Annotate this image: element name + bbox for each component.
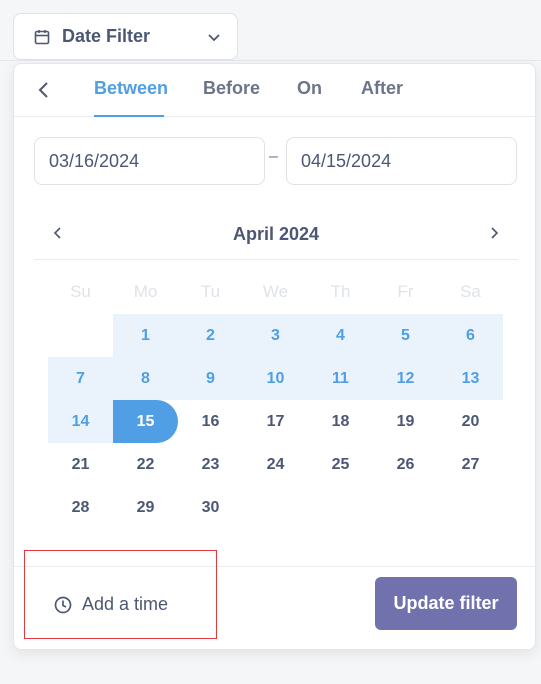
calendar-day[interactable]: 13 <box>438 357 503 400</box>
calendar-day[interactable]: 7 <box>48 357 113 400</box>
calendar-day-empty <box>48 314 113 357</box>
calendar-day[interactable]: 18 <box>308 400 373 443</box>
tab-before[interactable]: Before <box>203 78 260 99</box>
tab-on[interactable]: On <box>297 78 322 99</box>
calendar-day[interactable]: 8 <box>113 357 178 400</box>
calendar-grid: 1 2 3 4 5 6 7 8 9 10 11 12 13 14 15 16 1… <box>48 314 503 529</box>
calendar-day-empty <box>308 486 373 529</box>
calendar-day[interactable]: 19 <box>373 400 438 443</box>
chevron-right-icon[interactable] <box>488 226 500 240</box>
calendar-day[interactable]: 17 <box>243 400 308 443</box>
calendar-day[interactable]: 11 <box>308 357 373 400</box>
calendar-day[interactable]: 26 <box>373 443 438 486</box>
calendar-day[interactable]: 14 <box>48 400 113 443</box>
date-filter-button[interactable]: Date Filter <box>13 13 238 60</box>
weekday-label: Fr <box>397 282 414 301</box>
calendar-day[interactable]: 6 <box>438 314 503 357</box>
calendar-day[interactable]: 30 <box>178 486 243 529</box>
weekday-label: Th <box>330 282 351 301</box>
month-title: April 2024 <box>232 224 320 244</box>
calendar-day[interactable]: 16 <box>178 400 243 443</box>
calendar-week: 14 15 16 17 18 19 20 <box>48 400 503 443</box>
tab-between[interactable]: Between <box>94 78 168 99</box>
calendar-day-selected[interactable]: 15 <box>113 400 178 443</box>
weekday-label: Sa <box>460 282 481 301</box>
update-filter-button[interactable]: Update filter <box>375 577 517 630</box>
calendar-day[interactable]: 5 <box>373 314 438 357</box>
weekday-label: Tu <box>200 282 221 301</box>
calendar-day[interactable]: 9 <box>178 357 243 400</box>
calendar-day[interactable]: 3 <box>243 314 308 357</box>
calendar-day[interactable]: 23 <box>178 443 243 486</box>
calendar-week: 28 29 30 <box>48 486 503 529</box>
calendar-day[interactable]: 28 <box>48 486 113 529</box>
weekday-label: We <box>262 282 289 301</box>
date-filter-popover: Between Before On After – April 2024 Su … <box>13 63 536 650</box>
calendar-day[interactable]: 21 <box>48 443 113 486</box>
range-separator: – <box>269 148 278 165</box>
weekday-label: Su <box>70 282 91 301</box>
chevron-down-icon <box>208 33 220 41</box>
calendar-icon <box>34 29 50 44</box>
calendar-week: 7 8 9 10 11 12 13 <box>48 357 503 400</box>
calendar-day-empty <box>243 486 308 529</box>
calendar-day[interactable]: 2 <box>178 314 243 357</box>
calendar-week: 21 22 23 24 25 26 27 <box>48 443 503 486</box>
weekday-header: Su Mo Tu We Th Fr Sa <box>48 282 503 302</box>
date-filter-label: Date Filter <box>62 26 151 46</box>
calendar-week: 1 2 3 4 5 6 <box>48 314 503 357</box>
calendar-day[interactable]: 12 <box>373 357 438 400</box>
weekday-label: Mo <box>133 282 158 301</box>
month-navigation: April 2024 <box>34 212 518 260</box>
end-date-input[interactable] <box>286 137 517 185</box>
calendar-day-empty <box>373 486 438 529</box>
calendar-day[interactable]: 10 <box>243 357 308 400</box>
calendar-day[interactable]: 24 <box>243 443 308 486</box>
back-arrow-icon[interactable] <box>36 80 52 100</box>
calendar-day[interactable]: 29 <box>113 486 178 529</box>
calendar-day[interactable]: 20 <box>438 400 503 443</box>
start-date-input[interactable] <box>34 137 265 185</box>
calendar-day[interactable]: 1 <box>113 314 178 357</box>
calendar-day[interactable]: 25 <box>308 443 373 486</box>
active-tab-indicator <box>94 115 164 117</box>
calendar-day-empty <box>438 486 503 529</box>
tab-after[interactable]: After <box>361 78 403 99</box>
highlight-annotation <box>24 550 217 639</box>
calendar-day[interactable]: 27 <box>438 443 503 486</box>
calendar-day[interactable]: 22 <box>113 443 178 486</box>
tab-bar: Between Before On After <box>14 64 535 117</box>
calendar-day[interactable]: 4 <box>308 314 373 357</box>
page-divider <box>0 60 541 61</box>
